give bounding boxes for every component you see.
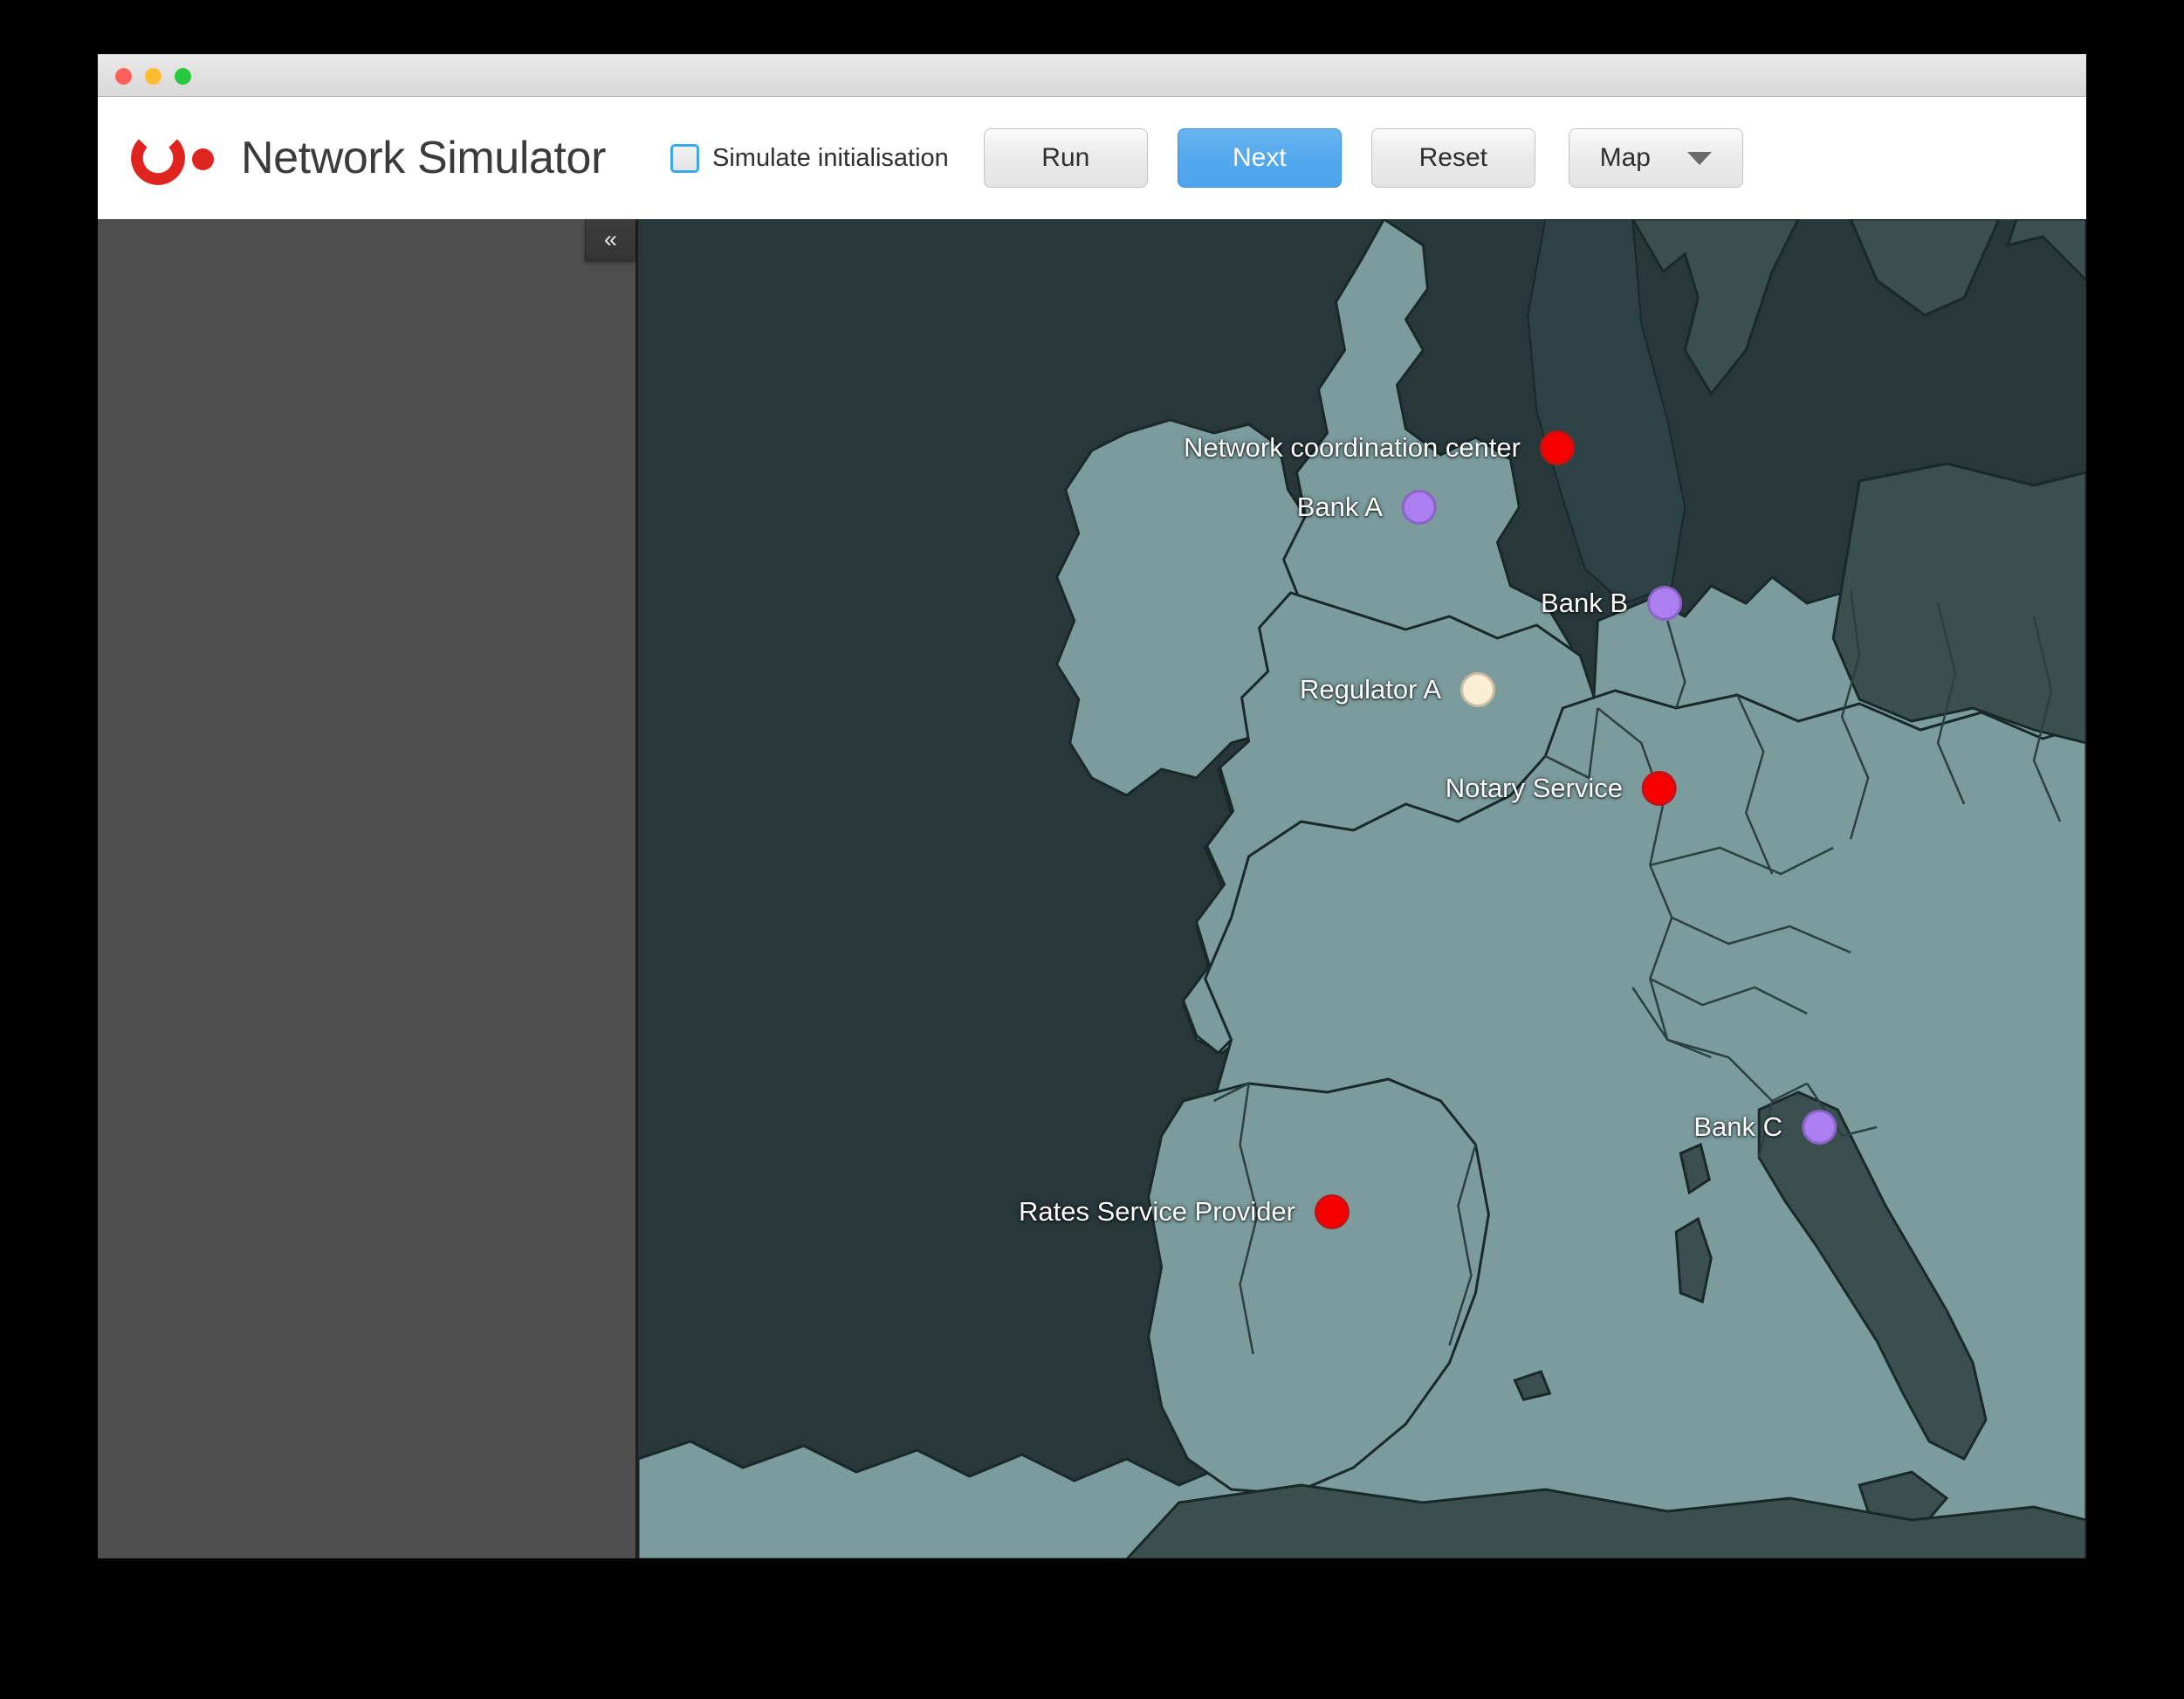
map-view[interactable]: .land { fill: #7b9b9c; stroke: #19292a; … xyxy=(638,219,2086,1558)
map-node-label: Rates Service Provider xyxy=(1018,1196,1295,1227)
map-node-marker-icon[interactable] xyxy=(1647,586,1682,621)
map-dropdown-label: Map xyxy=(1599,143,1651,172)
minimize-button[interactable] xyxy=(145,68,161,85)
logo-c-shape xyxy=(131,131,185,185)
map-node-bank-c[interactable]: Bank C xyxy=(1693,1110,1837,1145)
reset-button[interactable]: Reset xyxy=(1370,128,1535,188)
map-node-network-coordination-center[interactable]: Network coordination center xyxy=(1184,430,1575,465)
sidebar-collapse-button[interactable]: « xyxy=(585,219,635,261)
checkbox-label: Simulate initialisation xyxy=(712,143,949,172)
next-button[interactable]: Next xyxy=(1177,128,1342,188)
map-node-marker-icon[interactable] xyxy=(1642,771,1677,806)
main-content: « .land { fill: #7b9b9c; stroke: #19292a… xyxy=(98,219,2086,1558)
map-node-marker-icon[interactable] xyxy=(1315,1194,1350,1229)
map-node-regulator-a[interactable]: Regulator A xyxy=(1300,672,1495,707)
logo-dot xyxy=(192,148,214,170)
map-node-notary-service[interactable]: Notary Service xyxy=(1446,771,1677,806)
map-node-bank-b[interactable]: Bank B xyxy=(1541,586,1682,621)
map-node-bank-a[interactable]: Bank A xyxy=(1297,490,1437,525)
screen: Network Simulator Simulate initialisatio… xyxy=(0,0,2184,1699)
map-node-label: Notary Service xyxy=(1445,773,1623,803)
simulate-initialisation-checkbox[interactable]: Simulate initialisation xyxy=(670,143,949,173)
application-window: Network Simulator Simulate initialisatio… xyxy=(98,54,2086,1558)
map-node-label: Network coordination center xyxy=(1184,432,1521,463)
map-markers: Network coordination center Bank A Bank … xyxy=(638,219,2086,1558)
map-node-label: Regulator A xyxy=(1300,674,1441,705)
toolbar: Network Simulator Simulate initialisatio… xyxy=(98,97,2086,219)
run-button[interactable]: Run xyxy=(983,128,1148,188)
checkbox-box[interactable] xyxy=(670,143,699,173)
brand: Network Simulator xyxy=(131,131,606,185)
maximize-button[interactable] xyxy=(175,68,191,85)
window-titlebar xyxy=(98,54,2086,97)
map-node-marker-icon[interactable] xyxy=(1540,430,1575,465)
map-node-rates-service-provider[interactable]: Rates Service Provider xyxy=(1019,1194,1350,1229)
map-node-label: Bank C xyxy=(1693,1111,1782,1142)
close-button[interactable] xyxy=(115,68,132,85)
page-title: Network Simulator xyxy=(241,133,606,183)
corda-logo-icon xyxy=(131,131,222,185)
map-node-label: Bank A xyxy=(1296,492,1383,522)
map-node-marker-icon[interactable] xyxy=(1402,490,1437,525)
window-controls xyxy=(115,68,191,85)
map-view-dropdown[interactable]: Map xyxy=(1568,128,1743,188)
toolbar-controls: Simulate initialisation Run Next Reset M… xyxy=(670,128,1743,188)
map-node-marker-icon[interactable] xyxy=(1802,1110,1837,1145)
map-node-label: Bank B xyxy=(1541,588,1628,618)
map-node-marker-icon[interactable] xyxy=(1460,672,1495,707)
sidebar-panel: « xyxy=(98,219,638,1558)
chevron-down-icon xyxy=(1686,151,1712,165)
